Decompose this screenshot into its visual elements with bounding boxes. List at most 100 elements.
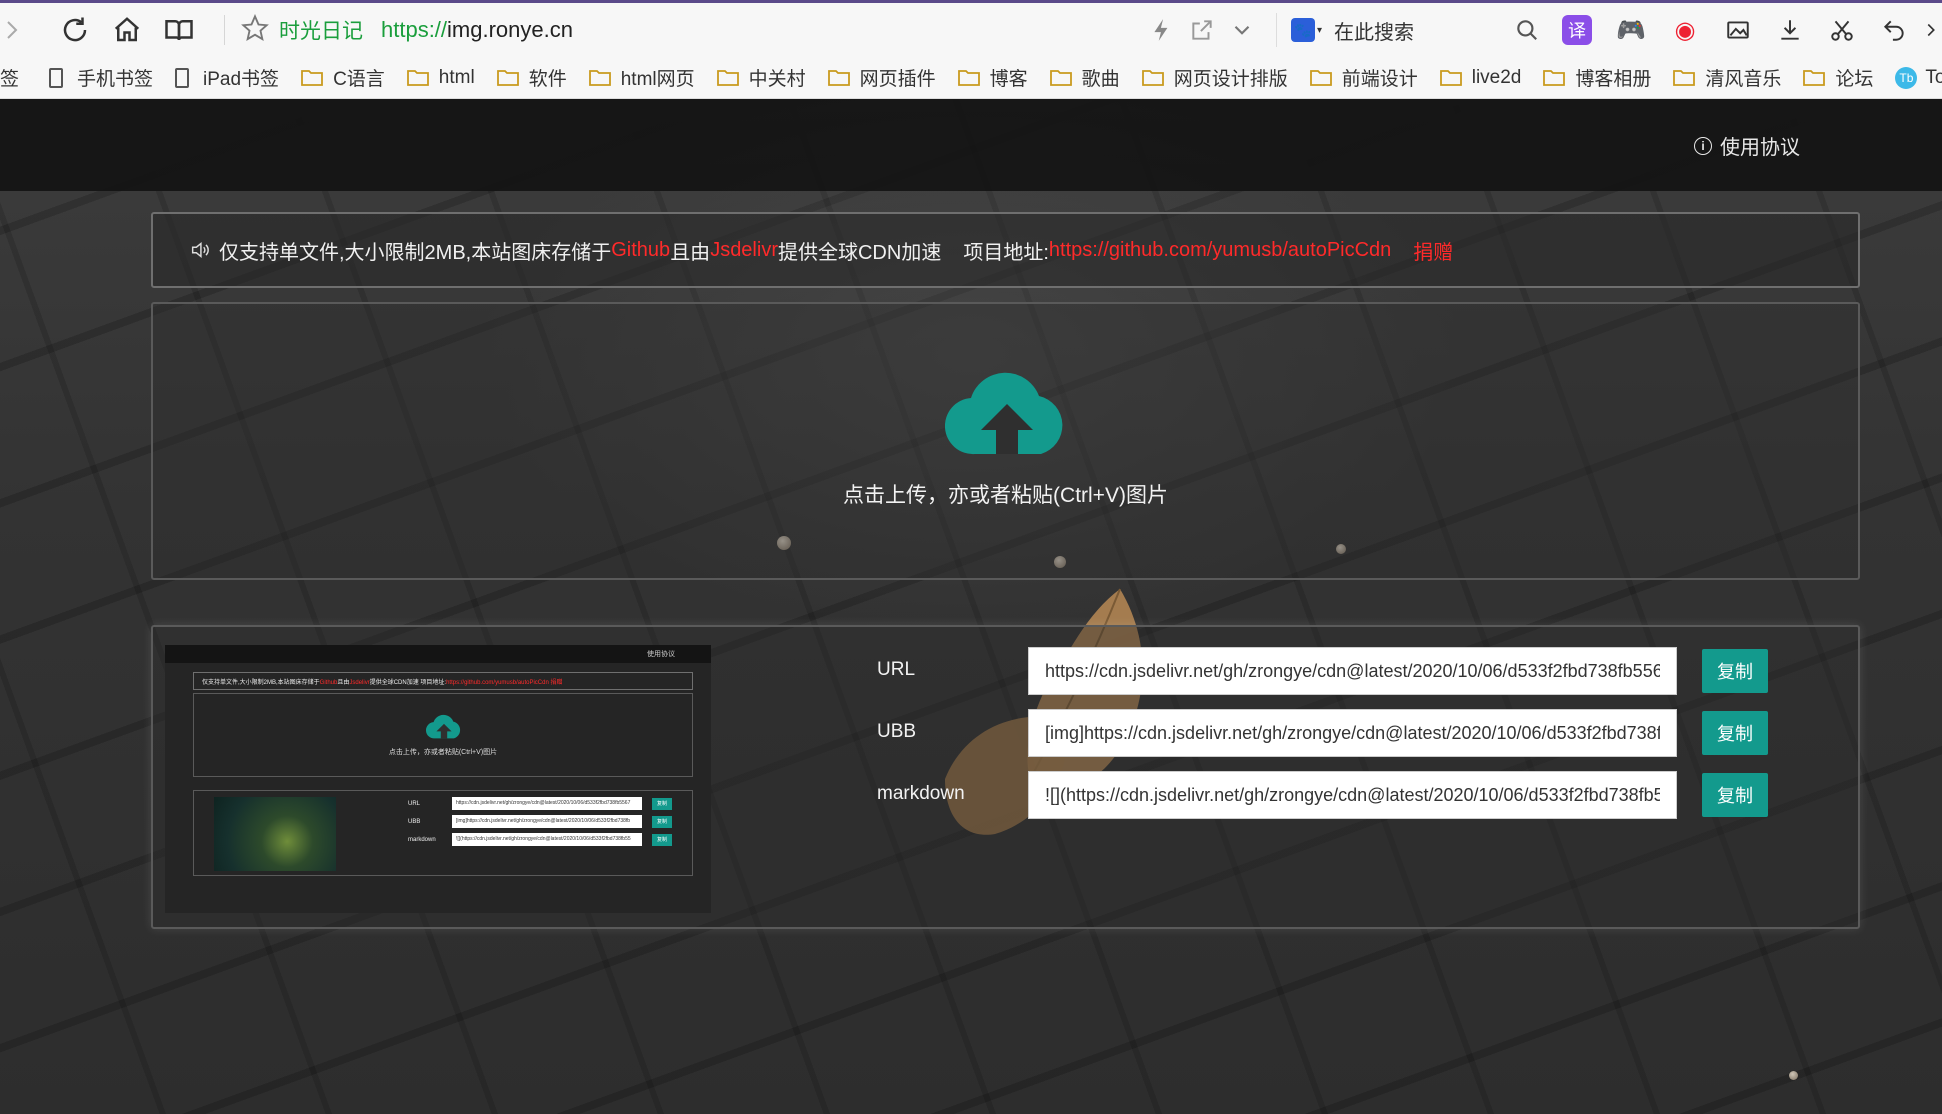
folder-icon <box>716 70 739 86</box>
preview-notice: 仅支持单文件,大小限制2MB,本站图床存储于Github且由Jsdelivr提供… <box>193 672 693 690</box>
url-host: img.ronye.cn <box>447 17 573 42</box>
preview-row: URL https://cdn.jsdelivr.net/gh/zrongye/c… <box>408 797 672 810</box>
bookmark-item[interactable]: 签 <box>0 64 19 91</box>
bookmark-folder[interactable]: 博客 <box>957 64 1028 91</box>
scissors-icon[interactable] <box>1816 3 1868 57</box>
url-scheme: https:// <box>381 17 448 42</box>
game-icon[interactable]: 🎮 <box>1616 15 1646 45</box>
search-box[interactable]: 🐾 ▾ 在此搜索 <box>1275 13 1504 47</box>
divider <box>224 15 225 45</box>
donate-link[interactable]: 捐赠 <box>1413 236 1453 265</box>
markdown-field[interactable] <box>1028 771 1677 819</box>
bookmark-folder[interactable]: 清风音乐 <box>1673 64 1781 91</box>
notice-text-1: 仅支持单文件,大小限制2MB,本站图床存储于 <box>219 241 612 264</box>
bookmark-label: 歌曲 <box>1081 69 1120 90</box>
folder-icon <box>1543 70 1566 86</box>
screenshot-image-icon[interactable] <box>1712 3 1764 57</box>
baidu-paw-icon[interactable]: 🐾 <box>1290 18 1315 42</box>
bookmark-label: 博客 <box>989 69 1028 90</box>
copy-url-button[interactable]: 复制 <box>1702 649 1768 693</box>
info-icon: i <box>1694 136 1712 155</box>
bookmark-folder[interactable]: 博客相册 <box>1543 64 1651 91</box>
folder-icon <box>406 70 429 86</box>
bookmark-label: C语言 <box>333 69 385 90</box>
lightning-icon[interactable] <box>1142 3 1182 57</box>
preview-cloud-icon <box>426 714 461 739</box>
preview-row: markdown ![](https://cdn.jsdelivr.net/gh/… <box>408 833 672 846</box>
bookmark-folder[interactable]: 中关村 <box>716 64 806 91</box>
download-icon[interactable] <box>1764 3 1816 57</box>
bookmark-folder[interactable]: html <box>406 67 475 89</box>
result-panel: 使用协议 仅支持单文件,大小限制2MB,本站图床存储于Github且由Jsdel… <box>151 625 1860 929</box>
forward-icon[interactable] <box>0 7 24 53</box>
uploaded-image-preview: 使用协议 仅支持单文件,大小限制2MB,本站图床存储于Github且由Jsdel… <box>165 645 711 913</box>
bookmark-folder[interactable]: 前端设计 <box>1309 64 1418 91</box>
project-link[interactable]: https://github.com/yumusb/autoPicCdn <box>1049 239 1391 262</box>
search-placeholder: 在此搜索 <box>1334 21 1414 44</box>
page-icon <box>175 67 190 88</box>
bookmark-folder[interactable]: live2d <box>1439 66 1522 89</box>
preview-notice-donate: 捐赠 <box>550 680 563 686</box>
topbuzz-icon: Tb <box>1895 66 1918 89</box>
markdown-label: markdown <box>877 783 965 804</box>
more-icon[interactable] <box>1920 3 1942 57</box>
search-icon[interactable] <box>1504 3 1550 57</box>
bookmark-label: 清风音乐 <box>1705 69 1782 90</box>
engine-dropdown-icon[interactable]: ▾ <box>1317 25 1322 36</box>
preview-upload-text: 点击上传，亦或者粘贴(Ctrl+V)图片 <box>388 749 498 756</box>
bookmark-folder[interactable]: 论坛 <box>1803 64 1873 91</box>
star-icon[interactable] <box>241 13 269 47</box>
translate-icon[interactable]: 译 <box>1562 15 1592 45</box>
bookmark-label: iPad书签 <box>203 69 280 90</box>
preview-notice-text: 且由 <box>337 680 350 686</box>
preview-notice-url: https://github.com/yumusb/autoPicCdn <box>446 680 549 686</box>
pebble-decoration <box>1789 1071 1798 1080</box>
folder-icon <box>957 70 980 86</box>
notice-text-3: 提供全球CDN加速 <box>777 241 942 264</box>
ubb-field[interactable] <box>1028 709 1677 757</box>
bookmark-folder[interactable]: 软件 <box>496 64 567 91</box>
bookmark-item[interactable]: 手机书签 <box>49 64 153 91</box>
reload-icon[interactable] <box>52 7 98 53</box>
notice-banner: 仅支持单文件,大小限制2MB,本站图床存储于 Github 且由 Jsdelivr 提供… <box>151 212 1860 288</box>
weibo-icon[interactable]: ◉ <box>1670 15 1700 45</box>
copy-ubb-button[interactable]: 复制 <box>1702 711 1768 755</box>
folder-icon <box>1439 70 1462 86</box>
bookmark-label: 博客相册 <box>1575 69 1652 90</box>
page-content: i 使用协议 仅支持单文件,大小限制2MB,本站图床存储于 Github 且由 Jsd… <box>0 99 1942 1114</box>
bookmark-label: live2d <box>1471 66 1522 88</box>
preview-label: markdown <box>408 836 436 843</box>
bookmark-label: Topb <box>1925 66 1942 88</box>
notice-text-2: 且由 <box>670 241 711 264</box>
terms-link[interactable]: i 使用协议 <box>1694 131 1800 160</box>
reading-mode-icon[interactable] <box>156 7 202 53</box>
preview-field: ![](https://cdn.jsdelivr.net/gh/zrongye/… <box>452 833 642 846</box>
bookmark-folder[interactable]: C语言 <box>301 64 385 91</box>
bookmark-item[interactable]: Tb Topb <box>1895 66 1942 89</box>
cloud-upload-icon <box>945 372 1063 455</box>
bookmark-folder[interactable]: 网页设计排版 <box>1141 64 1288 91</box>
bookmark-label: 网页插件 <box>859 69 936 90</box>
bookmark-label: 签 <box>0 69 20 90</box>
copy-markdown-button[interactable]: 复制 <box>1702 773 1768 817</box>
site-title: 时光日记 <box>279 20 363 43</box>
upload-dropzone[interactable]: 点击上传，亦或者粘贴(Ctrl+V)图片 <box>151 302 1860 580</box>
bookmark-item[interactable]: iPad书签 <box>175 64 279 91</box>
bookmark-folder[interactable]: 歌曲 <box>1049 64 1120 91</box>
chevron-down-icon[interactable] <box>1222 3 1262 57</box>
preview-result: URL https://cdn.jsdelivr.net/gh/zrongye/c… <box>193 790 693 876</box>
translate-icon-text: 译 <box>1568 21 1586 41</box>
url-field[interactable] <box>1028 647 1677 695</box>
preview-header: 使用协议 <box>165 645 711 663</box>
preview-notice-github: Github <box>319 680 338 686</box>
folder-icon <box>496 70 519 86</box>
home-icon[interactable] <box>104 7 150 53</box>
ubb-label: UBB <box>877 721 917 742</box>
share-icon[interactable] <box>1182 3 1222 57</box>
undo-icon[interactable] <box>1868 3 1920 57</box>
bookmark-label: 中关村 <box>748 69 806 90</box>
address-bar[interactable]: https://img.ronye.cn <box>381 17 573 43</box>
url-label: URL <box>877 659 916 680</box>
bookmark-folder[interactable]: html网页 <box>588 64 695 91</box>
bookmark-folder[interactable]: 网页插件 <box>827 64 936 91</box>
